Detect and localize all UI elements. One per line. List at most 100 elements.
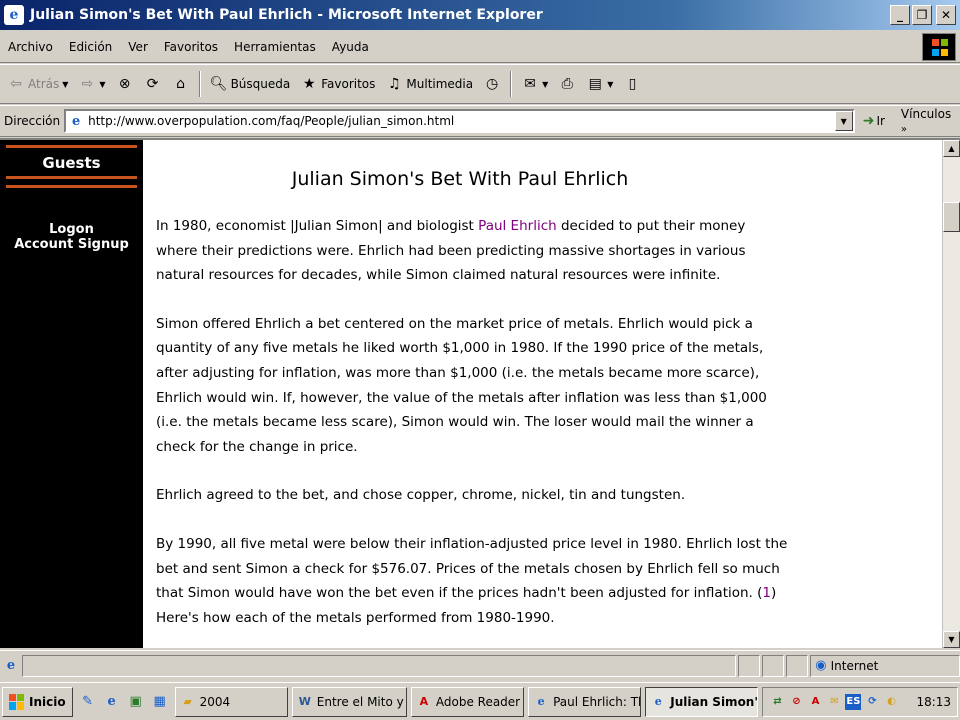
windows-flag-icon xyxy=(9,693,25,710)
taskbar-button-label: Adobe Reader - [Bi... xyxy=(435,694,523,709)
language-indicator[interactable]: ES xyxy=(845,693,862,710)
explorer-icon[interactable]: ▣ xyxy=(127,693,145,711)
article: Julian Simon's Bet With Paul Ehrlich In … xyxy=(156,140,788,648)
status-cell xyxy=(786,654,809,677)
chevron-down-icon: ▼ xyxy=(62,79,69,89)
page-viewport: Guests Logon Account Signup Julian Simon… xyxy=(0,138,960,648)
refresh-icon: ⟳ xyxy=(146,76,159,92)
taskbar-button-label: Julian Simon's B... xyxy=(670,694,759,709)
history-icon: ◷ xyxy=(486,76,499,92)
page-icon: e xyxy=(71,113,81,129)
print-button[interactable]: ⎙ xyxy=(555,73,579,95)
title-bar: e Julian Simon's Bet With Paul Ehrlich -… xyxy=(0,0,960,30)
article-paragraph: By 1990, all five metal were below their… xyxy=(156,532,788,630)
minimize-button[interactable]: _ xyxy=(890,5,910,25)
favorites-button[interactable]: ★ Favoritos xyxy=(297,73,378,95)
print-icon: ⎙ xyxy=(561,76,573,92)
account-signup-link[interactable]: Account Signup xyxy=(0,237,143,252)
desktop-icon[interactable]: ▦ xyxy=(151,693,169,711)
footnote-link[interactable]: 1 xyxy=(762,585,771,601)
page-status-icon: e xyxy=(6,658,16,673)
start-label: Inicio xyxy=(29,694,66,709)
search-button[interactable]: 🔍︎ Búsqueda xyxy=(207,73,294,95)
home-button[interactable]: ⌂ xyxy=(169,73,193,95)
menu-bar: Archivo Edición Ver Favoritos Herramient… xyxy=(0,31,960,63)
clock[interactable]: 18:13 xyxy=(916,695,951,709)
refresh-button[interactable]: ⟳ xyxy=(141,73,165,95)
back-button[interactable]: ⇦ Atrás ▼ xyxy=(4,73,71,95)
address-input[interactable]: e http://www.overpopulation.com/faq/Peop… xyxy=(64,109,855,133)
article-paragraph: Ehrlich agreed to the bet, and chose cop… xyxy=(156,487,686,504)
stop-button[interactable]: ⊗ xyxy=(113,73,137,95)
menu-edicion[interactable]: Edición xyxy=(61,40,120,54)
vertical-scrollbar[interactable]: ▲ ▼ xyxy=(942,140,960,648)
volume-icon[interactable]: ◐ xyxy=(883,694,899,710)
antivirus-icon[interactable]: ⊘ xyxy=(788,694,804,710)
close-button[interactable]: ✕ xyxy=(936,5,956,25)
sync-icon[interactable]: ⟳ xyxy=(864,694,880,710)
status-cell xyxy=(738,654,761,677)
adobe-reader-icon: A xyxy=(419,695,429,708)
history-button[interactable]: ◷ xyxy=(480,73,504,95)
menu-herramientas[interactable]: Herramientas xyxy=(226,40,324,54)
go-button[interactable]: ➜ Ir xyxy=(863,113,885,129)
taskbar-button-julian-simon[interactable]: e Julian Simon's B... xyxy=(645,686,759,717)
scroll-up-button[interactable]: ▲ xyxy=(943,140,960,157)
taskbar-button-ehrlich[interactable]: e Paul Ehrlich: The E... xyxy=(528,686,642,717)
network-icon[interactable]: ⇄ xyxy=(769,694,785,710)
media-button[interactable]: ♫ Multimedia xyxy=(382,73,476,95)
links-toolbar[interactable]: Vínculos » xyxy=(901,107,960,135)
ie-icon: e xyxy=(654,695,662,708)
chevron-down-icon: ▼ xyxy=(99,79,106,89)
discuss-button[interactable]: ▯ xyxy=(620,73,644,95)
notepad-icon[interactable]: ✎ xyxy=(79,693,97,711)
discuss-icon: ▯ xyxy=(628,76,637,92)
logon-link[interactable]: Logon xyxy=(0,222,143,237)
address-bar: Dirección e http://www.overpopulation.co… xyxy=(0,105,960,137)
quick-launch: ✎ e ▣ ▦ xyxy=(79,693,169,711)
mail-icon: ✉ xyxy=(524,76,536,92)
mail-button[interactable]: ✉ ▼ xyxy=(518,73,551,95)
search-label: Búsqueda xyxy=(230,77,291,91)
scroll-thumb[interactable] xyxy=(943,202,960,232)
folder-icon: ▰ xyxy=(183,695,192,708)
text-span: Here's how each of the metals performed … xyxy=(156,609,555,626)
text-span: ) xyxy=(771,585,777,602)
links-label: Vínculos xyxy=(900,107,952,121)
taskbar-button-word[interactable]: W Entre el Mito y la R... xyxy=(291,686,407,717)
edit-button[interactable]: ▤ ▼ xyxy=(583,73,616,95)
maximize-button[interactable]: ❐ xyxy=(912,5,932,25)
media-label: Multimedia xyxy=(406,77,474,91)
menu-ver[interactable]: Ver xyxy=(120,40,156,54)
taskbar-button-label: Entre el Mito y la R... xyxy=(316,694,406,709)
guests-sidebar: Guests Logon Account Signup xyxy=(0,140,143,648)
menu-ayuda[interactable]: Ayuda xyxy=(324,40,377,54)
start-button[interactable]: Inicio xyxy=(2,686,73,717)
media-icon: ♫ xyxy=(388,76,401,92)
menu-favoritos[interactable]: Favoritos xyxy=(156,40,226,54)
chevron-down-icon: ▼ xyxy=(542,79,549,89)
toolbar-separator xyxy=(198,71,201,97)
acrobat-icon[interactable]: A xyxy=(807,694,823,710)
address-url[interactable]: http://www.overpopulation.com/faq/People… xyxy=(88,114,454,128)
stop-icon: ⊗ xyxy=(118,76,131,92)
address-dropdown-button[interactable]: ▼ xyxy=(834,111,853,131)
ie-icon: e xyxy=(4,5,24,25)
forward-button[interactable]: ⇨ ▼ xyxy=(75,73,108,95)
scroll-down-button[interactable]: ▼ xyxy=(943,631,960,648)
taskbar-button-2004[interactable]: ▰ 2004 xyxy=(174,686,288,717)
edit-icon: ▤ xyxy=(588,76,602,92)
messenger-icon[interactable]: ✉ xyxy=(826,694,842,710)
page-title: Julian Simon's Bet With Paul Ehrlich xyxy=(291,168,629,190)
taskbar-button-adobe[interactable]: A Adobe Reader - [Bi... xyxy=(410,686,525,717)
home-icon: ⌂ xyxy=(176,76,185,92)
ie-icon[interactable]: e xyxy=(103,693,121,711)
paul-ehrlich-link[interactable]: Paul Ehrlich xyxy=(478,218,557,234)
forward-arrow-icon: ⇨ xyxy=(81,76,94,92)
menu-archivo[interactable]: Archivo xyxy=(0,40,61,54)
window-title: Julian Simon's Bet With Paul Ehrlich - M… xyxy=(30,7,543,23)
globe-icon: ◉ xyxy=(815,658,827,673)
text-span: By 1990, all five metal were below their… xyxy=(156,535,788,602)
search-icon: 🔍︎ xyxy=(209,76,228,92)
article-paragraph: In 1980, economist |Julian Simon| and bi… xyxy=(156,214,788,288)
